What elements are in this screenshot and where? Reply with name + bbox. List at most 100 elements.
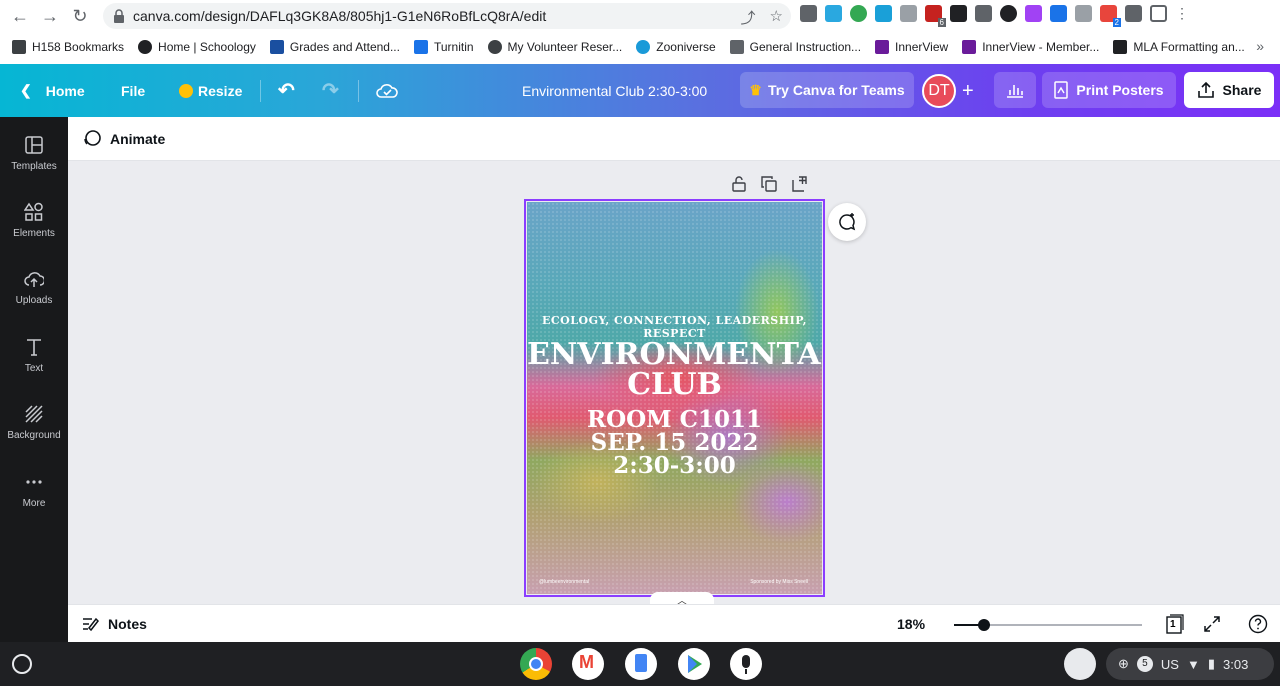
page-icon <box>729 40 744 54</box>
address-bar[interactable]: canva.com/design/DAFLq3GK8A8/805hj1-G1eN… <box>103 3 791 29</box>
system-tray[interactable]: ⊕ 5 US ▼ ▮ 3:03 <box>1106 648 1274 680</box>
battery-icon: ▮ <box>1207 656 1215 671</box>
sidebar-item-elements[interactable]: Elements <box>0 202 68 262</box>
share-button[interactable]: Share <box>1184 72 1274 108</box>
sidebar-item-more[interactable]: More <box>0 472 68 532</box>
poster-title[interactable]: ENVIRONMENTAL CLUB <box>527 340 822 400</box>
forward-arrow-icon[interactable]: → <box>38 4 62 28</box>
poster-footer-handle[interactable]: @lumbeenvironmental <box>539 579 589 585</box>
extension-icon[interactable] <box>900 5 917 22</box>
elements-icon <box>24 202 43 221</box>
poster-footer-sponsor[interactable]: Sponsored by Miss Sneell <box>750 579 808 585</box>
bookmarks-overflow-icon[interactable]: » <box>1256 38 1264 54</box>
poster-time: 2:30-3:00 <box>613 452 736 479</box>
bookmark-item[interactable]: My Volunteer Reser... <box>487 40 622 54</box>
chrome-app-icon[interactable] <box>520 648 552 680</box>
schoology-icon <box>138 40 153 54</box>
tote-clipboard-icon[interactable] <box>1064 648 1096 680</box>
bookmark-star-icon[interactable]: ☆ <box>770 7 783 28</box>
share-link-icon[interactable]: ⤴ <box>741 7 756 28</box>
add-comment-button[interactable] <box>828 203 866 241</box>
bookmark-item[interactable]: H158 Bookmarks <box>12 40 124 54</box>
file-menu-button[interactable]: File <box>121 64 145 117</box>
zoom-percentage[interactable]: 18% <box>897 616 925 632</box>
extension-icon[interactable] <box>1075 5 1092 22</box>
bookmark-item[interactable]: Turnitin <box>413 40 474 54</box>
extension-icon[interactable] <box>1000 5 1017 22</box>
bookmark-item[interactable]: Home | Schoology <box>138 40 256 54</box>
extension-icon[interactable]: 6 <box>925 5 946 27</box>
reload-icon[interactable]: ↻ <box>68 4 92 28</box>
extension-badge: 2 <box>1112 18 1121 27</box>
redo-icon[interactable]: ↷ <box>322 64 339 117</box>
bookmark-item[interactable]: Zooniverse <box>636 40 716 54</box>
home-button[interactable]: ❮ Home <box>20 64 85 117</box>
gmail-app-icon[interactable]: M <box>572 648 604 680</box>
insights-chart-icon[interactable] <box>994 72 1036 108</box>
animate-button[interactable]: Animate <box>110 131 165 147</box>
extension-icon[interactable] <box>825 5 842 22</box>
bookmark-item[interactable]: MLA Formatting an... <box>1113 40 1245 54</box>
page-count-button[interactable]: 1 <box>1164 614 1184 634</box>
extension-icon[interactable] <box>950 5 967 22</box>
bookmark-item[interactable]: General Instruction... <box>729 40 861 54</box>
sidebar-item-text[interactable]: Text <box>0 337 68 397</box>
add-collaborator-icon[interactable]: + <box>962 80 974 103</box>
extension-icon[interactable] <box>1050 5 1067 22</box>
extension-badge: 6 <box>937 18 946 27</box>
upload-share-icon <box>1197 81 1214 98</box>
zoom-slider-handle[interactable] <box>978 619 990 631</box>
resize-button[interactable]: Resize <box>179 64 242 117</box>
innerview-icon <box>875 40 890 54</box>
notes-button[interactable]: Notes <box>82 605 147 643</box>
launcher-icon[interactable] <box>12 654 32 674</box>
side-panel-icon[interactable] <box>1150 5 1167 22</box>
editor-header: ❮ Home File Resize ↶ ↷ Environmental Clu… <box>0 64 1280 117</box>
crown-icon <box>179 83 193 98</box>
fullscreen-icon[interactable] <box>1202 614 1222 634</box>
bookmark-item[interactable]: Grades and Attend... <box>269 40 400 54</box>
extension-icon[interactable] <box>850 5 867 22</box>
sidebar-item-uploads[interactable]: Uploads <box>0 269 68 329</box>
poster-canvas[interactable]: ECOLOGY, CONNECTION, LEADERSHIP, RESPECT… <box>527 202 822 594</box>
extension-icon[interactable] <box>1025 5 1042 22</box>
print-posters-button[interactable]: Print Posters <box>1042 72 1176 108</box>
add-page-icon[interactable] <box>791 176 807 192</box>
puzzle-extensions-icon[interactable] <box>1125 5 1142 22</box>
sis-icon <box>269 40 284 54</box>
globe-icon <box>487 40 502 54</box>
chevron-left-icon: ❮ <box>20 82 32 98</box>
bookmark-item[interactable]: InnerView - Member... <box>962 40 1099 54</box>
help-icon[interactable] <box>1248 614 1268 634</box>
cloud-saved-icon[interactable] <box>376 64 398 117</box>
play-store-app-icon[interactable] <box>678 648 710 680</box>
input-locale: US <box>1160 656 1179 672</box>
extension-icon[interactable] <box>875 5 892 22</box>
undo-icon[interactable]: ↶ <box>278 64 295 117</box>
browser-chrome: ← → ↻ canva.com/design/DAFLq3GK8A8/805hj… <box>0 0 1280 64</box>
browser-menu-icon[interactable]: ⋮ <box>1175 5 1189 22</box>
clock-time: 3:03 <box>1223 656 1249 672</box>
try-teams-button[interactable]: ♛ Try Canva for Teams <box>740 72 914 108</box>
document-title[interactable]: Environmental Club 2:30-3:00 <box>522 64 707 117</box>
poster-details[interactable]: ROOM C1011 SEP. 15 2022 2:30-3:00 <box>527 408 822 477</box>
page-tools <box>731 176 807 192</box>
avatar[interactable]: DT <box>922 74 956 108</box>
extension-icon[interactable] <box>800 5 817 22</box>
zooniverse-icon <box>636 40 651 54</box>
sidebar-item-background[interactable]: Background <box>0 404 68 464</box>
sidebar-item-templates[interactable]: Templates <box>0 135 68 195</box>
zoom-slider[interactable] <box>954 619 1142 631</box>
purdue-icon <box>1113 40 1128 54</box>
extension-icon[interactable]: 2 <box>1100 5 1121 27</box>
bookmark-item[interactable]: InnerView <box>875 40 948 54</box>
back-arrow-icon[interactable]: ← <box>8 4 32 28</box>
background-pattern-icon <box>25 405 43 423</box>
duplicate-page-icon[interactable] <box>761 176 777 192</box>
docs-app-icon[interactable] <box>625 648 657 680</box>
extension-icon[interactable] <box>975 5 992 22</box>
voice-recorder-app-icon[interactable] <box>730 648 762 680</box>
print-icon <box>1054 81 1069 99</box>
os-shelf: M ⊕ 5 US ▼ ▮ 3:03 <box>0 642 1280 686</box>
unlock-icon[interactable] <box>731 176 747 192</box>
